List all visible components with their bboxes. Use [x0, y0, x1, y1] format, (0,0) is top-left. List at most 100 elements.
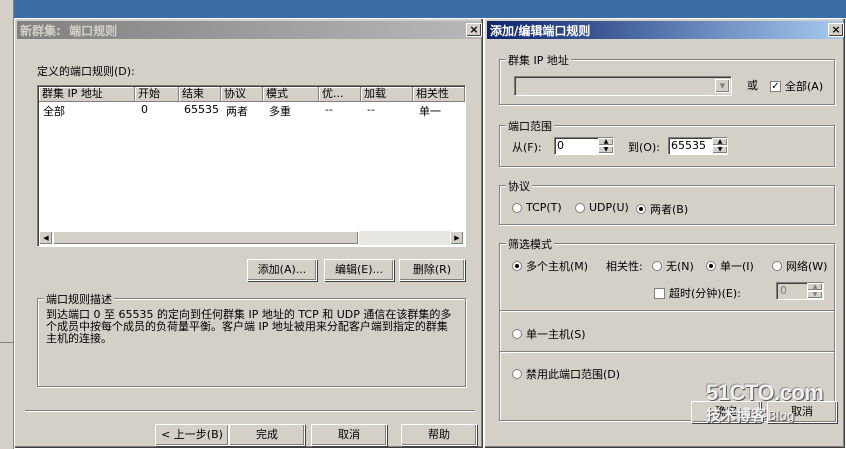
- column-header-affinity[interactable]: 相关性: [413, 87, 465, 102]
- to-port-stepper[interactable]: ▲ ▼: [712, 138, 728, 154]
- column-header-mode[interactable]: 模式: [263, 87, 319, 102]
- checkmark-icon: ✓: [770, 80, 781, 92]
- radio-selected-icon: [512, 261, 522, 271]
- cluster-ip-combobox[interactable]: ▼: [514, 76, 732, 96]
- affinity-single-radio[interactable]: 单一(I): [706, 258, 754, 274]
- spin-up-icon[interactable]: ▲: [807, 283, 823, 291]
- cell-protocol: 两者: [226, 105, 248, 118]
- rule-description-title: 端口规则描述: [44, 291, 114, 307]
- spin-up-icon[interactable]: ▲: [712, 138, 728, 146]
- filter-separator: [500, 310, 834, 312]
- single-host-label: 单一主机(S): [526, 328, 586, 341]
- dialog-titlebar: 添加/编辑端口规则 ×: [487, 21, 844, 39]
- spin-down-icon[interactable]: ▼: [598, 146, 614, 154]
- wizard-separator: [25, 410, 475, 412]
- port-rule-dialog: 添加/编辑端口规则 × 群集 IP 地址 ▼ 或 ✓ 全部(A) 端口范围 从(…: [484, 18, 846, 449]
- add-rule-button[interactable]: 添加(A)...: [247, 259, 317, 281]
- wizard-window: 新群集: 端口规则 × 定义的端口规则(D): 群集 IP 地址 开始 结束 协…: [14, 18, 484, 449]
- scroll-thumb[interactable]: [53, 231, 359, 245]
- dialog-cancel-button[interactable]: 取消: [767, 401, 837, 423]
- cell-mode: 多重: [269, 105, 291, 118]
- background-window-strip: [0, 0, 14, 449]
- filter-separator: [500, 351, 834, 353]
- from-port-value: 0: [557, 139, 564, 152]
- back-button[interactable]: < 上一步(B): [155, 424, 229, 446]
- protocol-udp-label: UDP(U): [589, 201, 629, 214]
- wizard-cancel-button[interactable]: 取消: [311, 424, 387, 446]
- timeout-checkbox[interactable]: 超时(分钟)(E):: [654, 285, 741, 301]
- affinity-none-label: 无(N): [666, 260, 694, 273]
- scroll-left-icon[interactable]: ◀: [39, 231, 53, 245]
- to-label: 到(O):: [628, 141, 660, 154]
- affinity-network-radio[interactable]: 网络(W): [772, 258, 827, 274]
- all-checkbox[interactable]: ✓ 全部(A): [770, 78, 823, 94]
- wizard-titlebar: 新群集: 端口规则 ×: [17, 21, 482, 39]
- rule-description-group: 端口规则描述 到达端口 0 至 65535 的定向到任何群集 IP 地址的 TC…: [37, 291, 466, 387]
- spin-up-icon[interactable]: ▲: [598, 138, 614, 146]
- radio-icon: [512, 369, 522, 379]
- spin-down-icon[interactable]: ▼: [712, 146, 728, 154]
- affinity-label: 相关性:: [606, 260, 643, 273]
- from-label: 从(F):: [512, 141, 542, 154]
- radio-icon: [772, 261, 782, 271]
- timeout-label: 超时(分钟)(E):: [669, 287, 741, 300]
- protocol-both-radio[interactable]: 两者(B): [636, 201, 688, 217]
- radio-selected-icon: [706, 261, 716, 271]
- cell-start: 0: [141, 103, 148, 116]
- disable-range-label: 禁用此端口范围(D): [526, 368, 621, 381]
- radio-selected-icon: [636, 204, 646, 214]
- from-port-stepper[interactable]: ▲ ▼: [598, 138, 614, 154]
- wizard-title: 新群集: 端口规则: [20, 23, 118, 38]
- column-header-end[interactable]: 结束: [179, 87, 221, 102]
- timeout-stepper[interactable]: ▲ ▼: [807, 283, 823, 299]
- timeout-value: 0: [780, 284, 787, 297]
- port-rules-list[interactable]: 群集 IP 地址 开始 结束 协议 模式 优... 加载 相关性 全部 0 65…: [37, 85, 466, 247]
- cell-affinity: 单一: [419, 105, 441, 118]
- column-header-priority[interactable]: 优...: [319, 87, 361, 102]
- to-port-value: 65535: [671, 139, 706, 152]
- cell-end: 65535: [184, 103, 219, 116]
- radio-icon: [652, 261, 662, 271]
- column-header-protocol[interactable]: 协议: [221, 87, 263, 102]
- disable-range-radio[interactable]: 禁用此端口范围(D): [512, 366, 620, 382]
- cluster-ip-group-title: 群集 IP 地址: [506, 52, 571, 68]
- rule-description-text: 到达端口 0 至 65535 的定向到任何群集 IP 地址的 TCP 和 UDP…: [46, 308, 452, 345]
- or-label: 或: [747, 79, 758, 92]
- column-header-start[interactable]: 开始: [135, 87, 179, 102]
- filter-mode-group: 筛选模式 多个主机(M) 相关性: 无(N) 单一(I) 网络(W) 超时(分钟…: [499, 236, 835, 421]
- table-row[interactable]: 全部 0 65535 两者 多重 -- -- 单一: [39, 103, 464, 118]
- scroll-right-icon[interactable]: ▶: [450, 231, 464, 245]
- chevron-down-icon[interactable]: ▼: [715, 79, 730, 93]
- cell-priority: --: [325, 103, 333, 116]
- column-header-cluster-ip[interactable]: 群集 IP 地址: [39, 87, 135, 102]
- spin-down-icon[interactable]: ▼: [807, 291, 823, 299]
- dialog-title: 添加/编辑端口规则: [490, 23, 591, 38]
- filter-mode-group-title: 筛选模式: [506, 236, 554, 252]
- dialog-ok-button[interactable]: 确定: [691, 401, 761, 423]
- cluster-ip-group: 群集 IP 地址 ▼ 或 ✓ 全部(A): [499, 52, 835, 105]
- protocol-tcp-radio[interactable]: TCP(T): [512, 201, 562, 214]
- port-range-group: 端口范围 从(F): 0 ▲ ▼ 到(O): 65535 ▲ ▼: [499, 118, 835, 167]
- radio-icon: [512, 329, 522, 339]
- multi-host-label: 多个主机(M): [526, 260, 589, 273]
- cell-cluster-ip: 全部: [43, 105, 65, 118]
- protocol-both-label: 两者(B): [650, 203, 689, 216]
- wizard-close-button[interactable]: ×: [466, 23, 482, 37]
- delete-rule-button[interactable]: 删除(R): [399, 259, 465, 281]
- protocol-udp-radio[interactable]: UDP(U): [575, 201, 629, 214]
- multi-host-radio[interactable]: 多个主机(M): [512, 258, 588, 274]
- edit-rule-button[interactable]: 编辑(E)...: [324, 259, 394, 281]
- horizontal-scrollbar[interactable]: ◀ ▶: [39, 231, 464, 245]
- help-button[interactable]: 帮助: [401, 424, 477, 446]
- single-host-radio[interactable]: 单一主机(S): [512, 326, 586, 342]
- dialog-close-button[interactable]: ×: [828, 23, 844, 37]
- port-range-group-title: 端口范围: [506, 118, 554, 134]
- affinity-network-label: 网络(W): [786, 260, 828, 273]
- protocol-tcp-label: TCP(T): [526, 201, 562, 214]
- defined-rules-label: 定义的端口规则(D):: [37, 65, 135, 78]
- column-header-load[interactable]: 加载: [361, 87, 413, 102]
- background-window-strip-line: [0, 342, 13, 343]
- finish-button[interactable]: 完成: [229, 424, 305, 446]
- affinity-none-radio[interactable]: 无(N): [652, 258, 694, 274]
- cell-load: --: [367, 103, 375, 116]
